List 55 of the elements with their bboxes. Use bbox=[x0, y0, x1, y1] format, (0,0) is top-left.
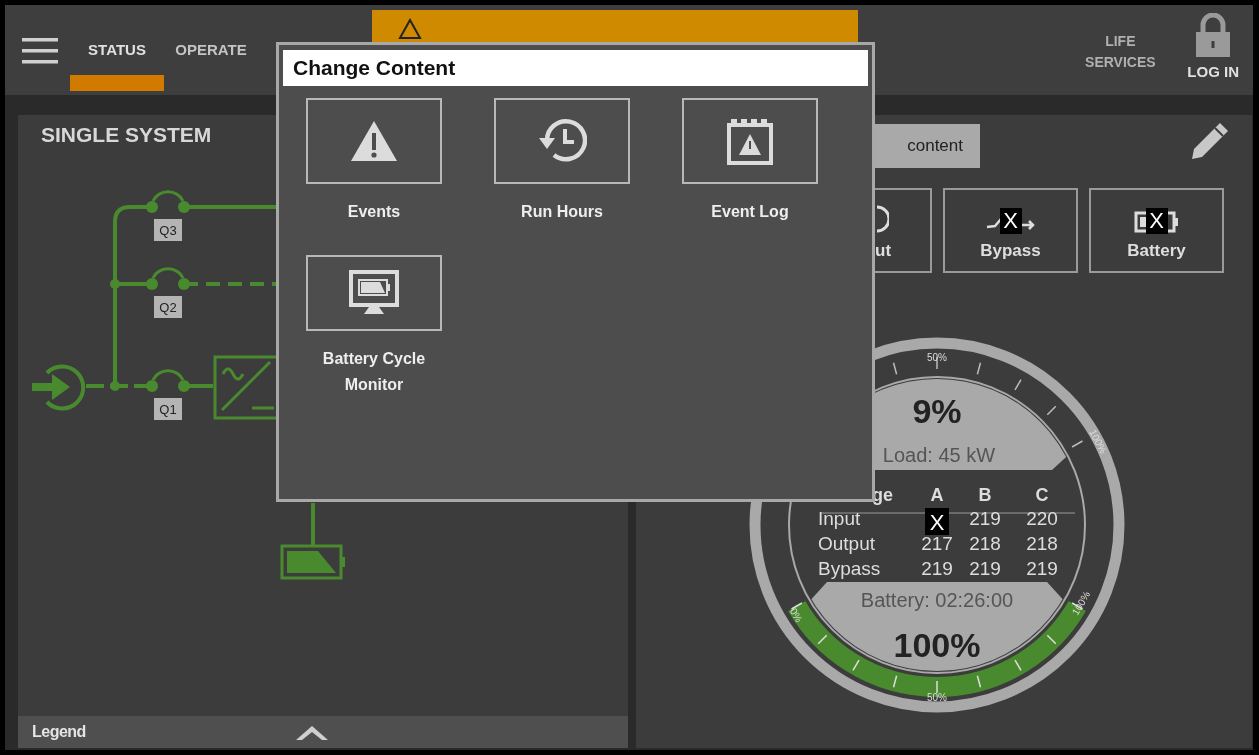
input-arrow-icon bbox=[32, 364, 86, 411]
warning-icon bbox=[398, 18, 422, 40]
history-clock-icon bbox=[537, 118, 587, 164]
legend-label: Legend bbox=[32, 723, 86, 741]
battery-percent: 100% bbox=[893, 626, 981, 664]
panel-title: SINGLE SYSTEM bbox=[41, 123, 212, 147]
scale-label: 50% bbox=[927, 692, 947, 703]
table-cell: 217 bbox=[921, 533, 953, 554]
table-cell: 218 bbox=[1026, 533, 1058, 554]
battery-icon bbox=[1133, 211, 1180, 233]
lock-icon bbox=[1195, 13, 1232, 57]
table-header: A bbox=[930, 485, 944, 505]
switch-label: Q2 bbox=[154, 296, 182, 318]
table-header: B bbox=[978, 485, 992, 505]
tooltip: content bbox=[873, 124, 980, 168]
option-label: Event Log bbox=[710, 202, 790, 222]
content-option-tile[interactable] bbox=[682, 98, 818, 184]
option-label: Battery Cycle Monitor bbox=[321, 349, 427, 395]
row-label: Input bbox=[818, 508, 861, 529]
table-cell: 219 bbox=[969, 558, 1001, 579]
chevron-up-icon[interactable] bbox=[295, 724, 328, 740]
table-cell: 219 bbox=[1026, 558, 1058, 579]
scale-label: 50% bbox=[927, 352, 947, 363]
load-percent: 9% bbox=[912, 392, 962, 430]
content-option-tile[interactable] bbox=[306, 98, 442, 184]
warning-icon bbox=[349, 119, 399, 163]
load-reading: Load: 45 kW bbox=[882, 444, 996, 466]
switch-label: Q3 bbox=[154, 219, 182, 241]
battery-icon bbox=[280, 544, 345, 580]
battery-runtime: Battery: 02:26:00 bbox=[860, 589, 1014, 611]
table-cell: 219 bbox=[921, 558, 953, 579]
table-cell: 219 bbox=[969, 508, 1001, 529]
rectifier-icon bbox=[213, 355, 276, 420]
row-label: Bypass bbox=[818, 558, 881, 579]
calendar-warning-icon bbox=[725, 117, 775, 165]
row-label: Output bbox=[818, 533, 876, 554]
life-services-link[interactable]: LIFE SERVICES bbox=[1075, 31, 1166, 73]
nav-tab[interactable]: OPERATE bbox=[164, 5, 258, 91]
redaction-mark: X bbox=[999, 208, 1022, 234]
login-button[interactable]: LOG IN bbox=[1187, 13, 1239, 80]
monitor-battery-icon bbox=[348, 270, 400, 316]
redaction-mark: X bbox=[1145, 208, 1168, 234]
redaction-mark: X bbox=[925, 508, 949, 535]
table-cell: 218 bbox=[969, 533, 1001, 554]
option-label: Events bbox=[346, 202, 402, 222]
scale-label: 0% bbox=[787, 606, 805, 625]
content-option-tile[interactable] bbox=[306, 255, 442, 331]
option-label: Run Hours bbox=[520, 202, 604, 222]
dialog-title: Change Content bbox=[283, 50, 868, 86]
menu-icon[interactable] bbox=[22, 38, 58, 64]
table-header: C bbox=[1035, 485, 1049, 505]
table-cell: 220 bbox=[1026, 508, 1058, 529]
edit-pencil-icon[interactable] bbox=[1190, 121, 1230, 161]
switch-label: Q1 bbox=[154, 398, 182, 420]
content-option-tile[interactable] bbox=[494, 98, 630, 184]
